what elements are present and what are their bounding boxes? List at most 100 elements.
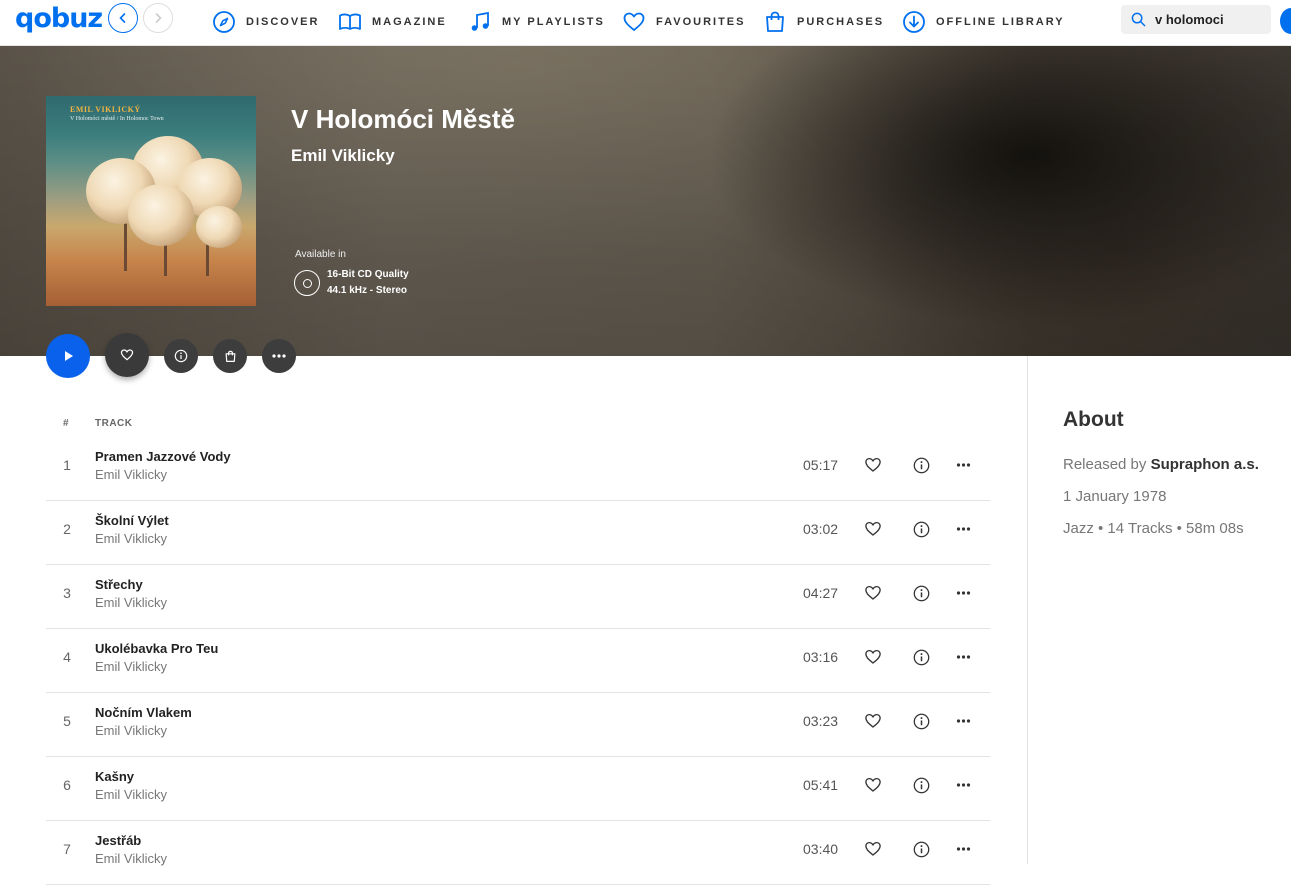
info-icon bbox=[174, 349, 188, 363]
cover-tree-puff bbox=[196, 206, 242, 248]
play-button[interactable] bbox=[46, 334, 90, 378]
track-info-button[interactable] bbox=[910, 710, 932, 732]
nav-purchases[interactable]: PURCHASES bbox=[763, 9, 884, 35]
track-favourite-button[interactable] bbox=[862, 646, 884, 668]
track-title: Nočním Vlakem bbox=[95, 705, 192, 720]
track-more-button[interactable] bbox=[952, 454, 974, 476]
track-info-button[interactable] bbox=[910, 454, 932, 476]
more-options-button[interactable] bbox=[262, 339, 296, 373]
track-artist[interactable]: Emil Viklicky bbox=[95, 723, 167, 738]
nav-offline-library[interactable]: OFFLINE LIBRARY bbox=[902, 9, 1065, 35]
track-artist[interactable]: Emil Viklicky bbox=[95, 531, 167, 546]
track-artist[interactable]: Emil Viklicky bbox=[95, 659, 167, 674]
track-number: 1 bbox=[63, 457, 71, 473]
track-favourite-button[interactable] bbox=[862, 838, 884, 860]
ellipsis-icon bbox=[956, 719, 970, 723]
track-more-button[interactable] bbox=[952, 518, 974, 540]
search-box[interactable] bbox=[1121, 5, 1271, 34]
release-date: 1 January 1978 bbox=[1063, 488, 1167, 505]
heart-icon bbox=[865, 521, 881, 536]
album-summary: Jazz • 14 Tracks • 58m 08s bbox=[1063, 520, 1244, 537]
album-header: EMIL VIKLICKÝ V Holomóci městě / In Holo… bbox=[0, 46, 1291, 356]
track-info-button[interactable] bbox=[910, 582, 932, 604]
ellipsis-icon bbox=[956, 847, 970, 851]
heart-icon bbox=[120, 349, 134, 361]
search-input[interactable] bbox=[1155, 12, 1260, 27]
album-info-button[interactable] bbox=[164, 339, 198, 373]
info-icon bbox=[913, 585, 929, 601]
track-more-button[interactable] bbox=[952, 710, 974, 732]
info-icon bbox=[913, 713, 929, 729]
track-row[interactable]: 4 Ukolébavka Pro Teu Emil Viklicky 03:16 bbox=[46, 629, 990, 693]
ellipsis-icon bbox=[956, 783, 970, 787]
album-artist-link[interactable]: Emil Viklicky bbox=[291, 146, 395, 166]
track-title: Jestřáb bbox=[95, 833, 142, 848]
heart-icon bbox=[865, 585, 881, 600]
info-icon bbox=[913, 649, 929, 665]
back-button[interactable] bbox=[108, 3, 138, 33]
track-artist[interactable]: Emil Viklicky bbox=[95, 467, 167, 482]
purchase-button[interactable] bbox=[213, 339, 247, 373]
cover-title-text: V Holomóci městě / In Holomoc Town bbox=[70, 116, 164, 122]
album-cover[interactable]: EMIL VIKLICKÝ V Holomóci městě / In Holo… bbox=[46, 96, 256, 306]
track-number: 2 bbox=[63, 521, 71, 537]
track-title: Kašny bbox=[95, 769, 135, 784]
heart-icon bbox=[865, 457, 881, 472]
sidebar-divider bbox=[1027, 356, 1028, 864]
qobuz-logo[interactable]: qobuz bbox=[15, 3, 103, 34]
track-duration: 03:23 bbox=[803, 713, 839, 729]
ellipsis-icon bbox=[956, 527, 970, 531]
profile-button[interactable] bbox=[1280, 8, 1291, 34]
track-row[interactable]: 2 Školní Výlet Emil Viklicky 03:02 bbox=[46, 501, 990, 565]
shopping-bag-icon bbox=[766, 11, 784, 32]
track-duration: 05:17 bbox=[803, 457, 839, 473]
heart-icon bbox=[865, 777, 881, 792]
nav-discover[interactable]: DISCOVER bbox=[212, 9, 319, 35]
track-title: Pramen Jazzové Vody bbox=[95, 449, 231, 464]
quality-format: 16-Bit CD Quality bbox=[327, 269, 409, 280]
track-favourite-button[interactable] bbox=[862, 454, 884, 476]
search-icon bbox=[1131, 12, 1146, 27]
nav-magazine[interactable]: MAGAZINE bbox=[338, 9, 447, 35]
track-row[interactable]: 1 Pramen Jazzové Vody Emil Viklicky 05:1… bbox=[46, 437, 990, 501]
track-info-button[interactable] bbox=[910, 774, 932, 796]
track-duration: 05:41 bbox=[803, 777, 839, 793]
track-favourite-button[interactable] bbox=[862, 518, 884, 540]
track-column-header: TRACK bbox=[95, 418, 133, 429]
track-more-button[interactable] bbox=[952, 774, 974, 796]
favourite-album-button[interactable] bbox=[105, 333, 149, 377]
track-duration: 03:40 bbox=[803, 841, 839, 857]
info-icon bbox=[913, 777, 929, 793]
track-number-header: # bbox=[63, 418, 69, 429]
track-number: 3 bbox=[63, 585, 71, 601]
chevron-right-icon bbox=[155, 13, 162, 23]
track-info-button[interactable] bbox=[910, 646, 932, 668]
compass-icon bbox=[213, 11, 235, 33]
ellipsis-icon bbox=[956, 591, 970, 595]
track-info-button[interactable] bbox=[910, 838, 932, 860]
cover-artist-text: EMIL VIKLICKÝ bbox=[70, 105, 141, 114]
track-favourite-button[interactable] bbox=[862, 710, 884, 732]
track-more-button[interactable] bbox=[952, 646, 974, 668]
top-navigation-bar: qobuz DISCOVER MAGAZINE MY PLAYLISTS FAV… bbox=[0, 0, 1291, 46]
track-artist[interactable]: Emil Viklicky bbox=[95, 787, 167, 802]
track-row[interactable]: 6 Kašny Emil Viklicky 05:41 bbox=[46, 757, 990, 821]
record-label-link[interactable]: Supraphon a.s. bbox=[1151, 456, 1259, 473]
track-more-button[interactable] bbox=[952, 582, 974, 604]
track-favourite-button[interactable] bbox=[862, 582, 884, 604]
track-artist[interactable]: Emil Viklicky bbox=[95, 595, 167, 610]
nav-favourites[interactable]: FAVOURITES bbox=[622, 9, 745, 35]
track-row[interactable]: 7 Jestřáb Emil Viklicky 03:40 bbox=[46, 821, 990, 885]
track-more-button[interactable] bbox=[952, 838, 974, 860]
forward-button[interactable] bbox=[143, 3, 173, 33]
track-row[interactable]: 3 Střechy Emil Viklicky 04:27 bbox=[46, 565, 990, 629]
nav-magazine-label: MAGAZINE bbox=[372, 16, 447, 28]
available-in-label: Available in bbox=[295, 249, 346, 260]
track-row[interactable]: 5 Nočním Vlakem Emil Viklicky 03:23 bbox=[46, 693, 990, 757]
cover-tree-puff bbox=[128, 184, 194, 246]
track-info-button[interactable] bbox=[910, 518, 932, 540]
nav-my-playlists[interactable]: MY PLAYLISTS bbox=[468, 9, 605, 35]
track-title: Střechy bbox=[95, 577, 143, 592]
track-favourite-button[interactable] bbox=[862, 774, 884, 796]
track-number: 4 bbox=[63, 649, 71, 665]
